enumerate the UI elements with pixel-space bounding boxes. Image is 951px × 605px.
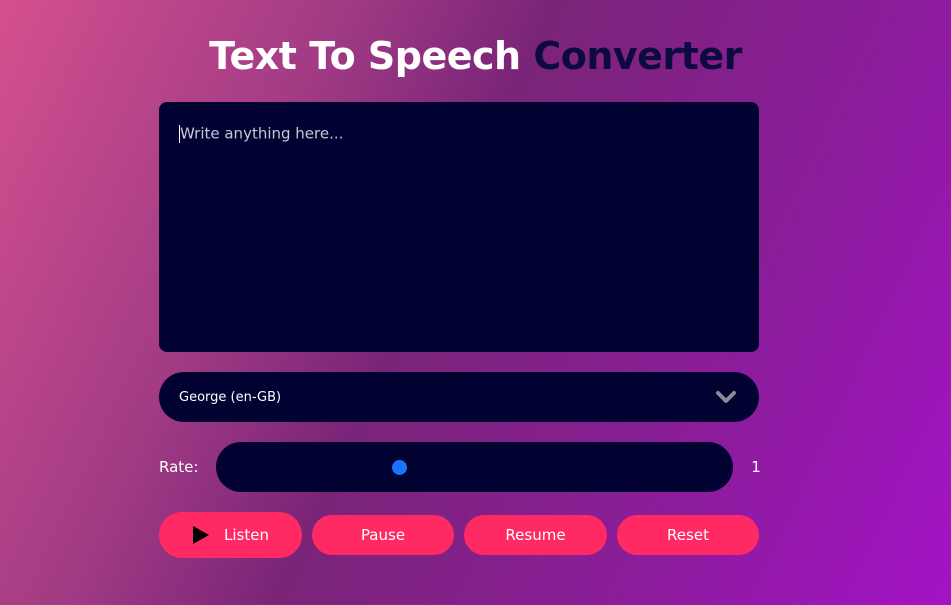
chevron-down-icon bbox=[715, 386, 737, 408]
voice-select-value: George (en-GB) bbox=[179, 389, 282, 405]
title-text: Text To Speech bbox=[209, 34, 521, 78]
listen-button-label: Listen bbox=[224, 526, 269, 544]
rate-slider-thumb[interactable] bbox=[392, 459, 407, 475]
page-title: Text To Speech Converter bbox=[0, 32, 951, 80]
resume-button-label: Resume bbox=[505, 526, 566, 544]
rate-value: 1 bbox=[751, 458, 761, 476]
text-input[interactable]: Write anything here... bbox=[159, 102, 759, 352]
title-accent-text: Converter bbox=[533, 34, 742, 78]
listen-button[interactable]: Listen bbox=[159, 512, 302, 558]
resume-button[interactable]: Resume bbox=[464, 515, 607, 555]
pause-button-label: Pause bbox=[360, 526, 406, 544]
rate-label: Rate: bbox=[159, 458, 199, 476]
play-icon bbox=[192, 525, 210, 545]
reset-button-label: Reset bbox=[667, 526, 709, 544]
reset-button[interactable]: Reset bbox=[617, 515, 759, 555]
rate-slider[interactable] bbox=[216, 442, 733, 492]
text-input-placeholder: Write anything here... bbox=[180, 124, 344, 143]
voice-select[interactable]: George (en-GB) bbox=[159, 372, 759, 422]
pause-button[interactable]: Pause bbox=[312, 515, 454, 555]
